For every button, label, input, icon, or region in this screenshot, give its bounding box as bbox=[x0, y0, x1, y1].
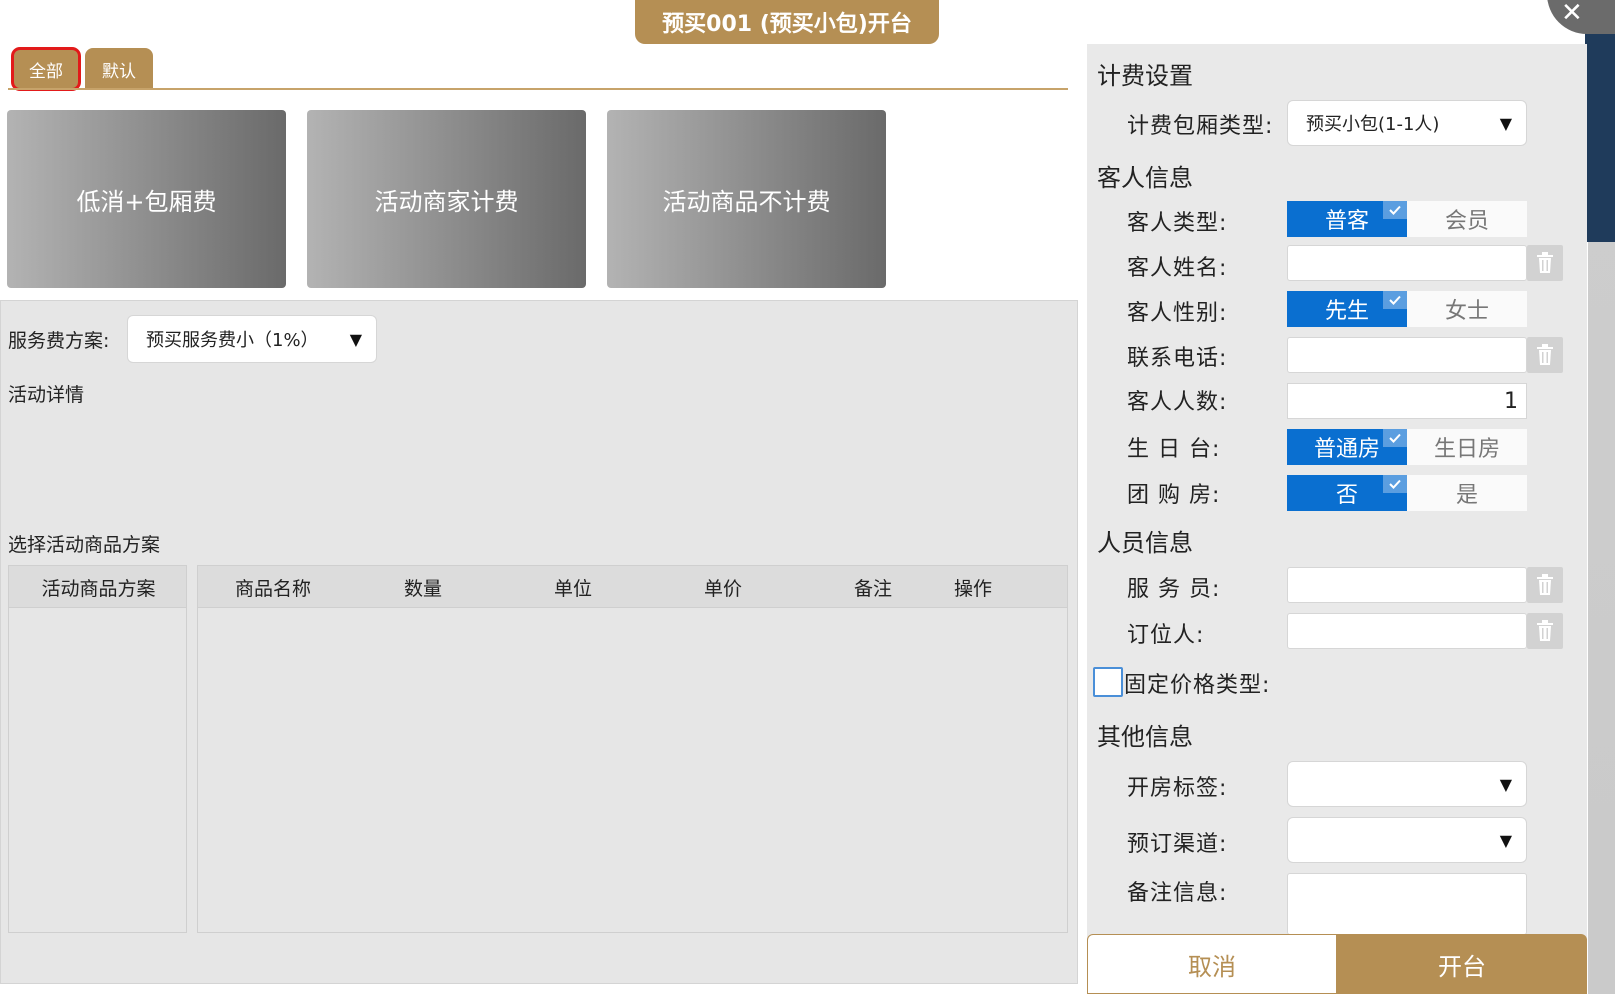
service-fee-label: 服务费方案: bbox=[8, 330, 110, 352]
check-icon bbox=[1383, 429, 1407, 447]
option-label: 先生 bbox=[1324, 299, 1369, 324]
option-label: 女士 bbox=[1444, 299, 1489, 324]
booking-channel-label: 预订渠道: bbox=[1127, 832, 1228, 857]
dialog-title: 预买001 (预买小包)开台 bbox=[635, 0, 939, 44]
trash-icon bbox=[1537, 620, 1553, 641]
fixed-price-label: 固定价格类型: bbox=[1124, 673, 1271, 698]
close-icon: ✕ bbox=[1561, 0, 1583, 28]
open-table-button[interactable]: 开台 bbox=[1337, 934, 1587, 994]
room-type-label: 计费包厢类型: bbox=[1127, 114, 1274, 139]
clear-guest-name-button[interactable] bbox=[1527, 245, 1563, 281]
guest-name-input[interactable] bbox=[1287, 245, 1527, 281]
birthday-normal-room[interactable]: 普通房 bbox=[1287, 429, 1407, 465]
fixed-price-checkbox[interactable] bbox=[1093, 667, 1123, 697]
column-header: 活动商品方案 bbox=[41, 577, 156, 600]
guest-gender-toggle: 先生 女士 bbox=[1287, 291, 1527, 327]
service-fee-value: 预买服务费小（1%） bbox=[146, 330, 319, 351]
plan-card-merchant-billing[interactable]: 活动商家计费 bbox=[307, 110, 586, 288]
guest-name-label: 客人姓名: bbox=[1127, 256, 1228, 281]
close-button[interactable]: ✕ bbox=[1547, 0, 1615, 34]
table-header: 商品名称 数量 单位 单价 备注 操作 bbox=[198, 566, 1067, 608]
check-icon bbox=[1383, 201, 1407, 219]
service-fee-select[interactable]: 预买服务费小（1%） ▼ bbox=[127, 315, 377, 363]
column-header: 备注 bbox=[853, 577, 892, 600]
column-header: 单位 bbox=[553, 577, 592, 600]
cancel-button[interactable]: 取消 bbox=[1087, 934, 1337, 994]
remark-textarea[interactable] bbox=[1287, 873, 1527, 935]
clear-waiter-button[interactable] bbox=[1527, 567, 1563, 603]
room-tag-select[interactable]: ▼ bbox=[1287, 761, 1527, 807]
guest-count-label: 客人人数: bbox=[1127, 390, 1228, 415]
check-icon bbox=[1383, 475, 1407, 493]
category-tab-label: 全部 bbox=[29, 61, 63, 82]
plan-card-goods-free[interactable]: 活动商品不计费 bbox=[607, 110, 886, 288]
group-buy-label: 团 购 房: bbox=[1127, 483, 1221, 508]
billing-section-title: 计费设置 bbox=[1097, 62, 1193, 90]
goods-plan-section-label: 选择活动商品方案 bbox=[8, 534, 161, 556]
option-label: 会员 bbox=[1444, 209, 1489, 234]
group-buy-toggle: 否 是 bbox=[1287, 475, 1527, 511]
guest-type-regular[interactable]: 普客 bbox=[1287, 201, 1407, 237]
option-label: 是 bbox=[1455, 483, 1478, 508]
guest-gender-label: 客人性别: bbox=[1127, 301, 1228, 326]
trash-icon bbox=[1537, 252, 1553, 273]
birthday-toggle: 普通房 生日房 bbox=[1287, 429, 1527, 465]
clear-booker-button[interactable] bbox=[1527, 613, 1563, 649]
goods-plan-list: 活动商品方案 bbox=[8, 565, 187, 933]
category-tab-all[interactable]: 全部 bbox=[11, 47, 81, 91]
plan-card-min-spend[interactable]: 低消+包厢费 bbox=[7, 110, 286, 288]
trash-icon bbox=[1537, 344, 1553, 365]
guest-type-toggle: 普客 会员 bbox=[1287, 201, 1527, 237]
activity-detail-label: 活动详情 bbox=[8, 384, 85, 406]
waiter-input[interactable] bbox=[1287, 567, 1527, 603]
booker-input[interactable] bbox=[1287, 613, 1527, 649]
staff-section-title: 人员信息 bbox=[1097, 529, 1193, 557]
chevron-down-icon: ▼ bbox=[349, 329, 362, 349]
guest-type-label: 客人类型: bbox=[1127, 211, 1228, 236]
birthday-label: 生 日 台: bbox=[1127, 437, 1221, 462]
gender-female[interactable]: 女士 bbox=[1407, 291, 1527, 327]
chevron-down-icon: ▼ bbox=[1499, 113, 1512, 133]
column-header: 商品名称 bbox=[234, 577, 311, 600]
waiter-label: 服 务 员: bbox=[1127, 577, 1221, 602]
group-buy-no[interactable]: 否 bbox=[1287, 475, 1407, 511]
remark-label: 备注信息: bbox=[1127, 881, 1228, 906]
guest-type-member[interactable]: 会员 bbox=[1407, 201, 1527, 237]
plan-card-label: 活动商家计费 bbox=[374, 187, 519, 216]
birthday-room[interactable]: 生日房 bbox=[1407, 429, 1527, 465]
phone-input[interactable] bbox=[1287, 337, 1527, 373]
option-label: 生日房 bbox=[1433, 437, 1500, 462]
check-icon bbox=[1383, 291, 1407, 309]
chevron-down-icon: ▼ bbox=[1499, 774, 1512, 794]
tab-divider bbox=[8, 88, 1068, 90]
room-tag-label: 开房标签: bbox=[1127, 776, 1228, 801]
option-label: 否 bbox=[1335, 483, 1358, 508]
table-header: 活动商品方案 bbox=[9, 566, 186, 608]
plan-card-label: 活动商品不计费 bbox=[662, 187, 831, 216]
plan-card-label: 低消+包厢费 bbox=[76, 187, 217, 216]
booking-channel-select[interactable]: ▼ bbox=[1287, 817, 1527, 863]
room-type-select[interactable]: 预买小包(1-1人) ▼ bbox=[1287, 100, 1527, 146]
group-buy-yes[interactable]: 是 bbox=[1407, 475, 1527, 511]
chevron-down-icon: ▼ bbox=[1499, 830, 1512, 850]
goods-table: 商品名称 数量 单位 单价 备注 操作 bbox=[197, 565, 1068, 933]
room-type-value: 预买小包(1-1人) bbox=[1306, 114, 1440, 135]
category-tab-label: 默认 bbox=[102, 61, 136, 82]
column-header: 操作 bbox=[953, 577, 992, 600]
column-header: 数量 bbox=[403, 577, 442, 600]
other-section-title: 其他信息 bbox=[1097, 723, 1193, 751]
category-tab-default[interactable]: 默认 bbox=[85, 48, 153, 90]
guest-section-title: 客人信息 bbox=[1097, 164, 1193, 192]
option-label: 普通房 bbox=[1313, 437, 1380, 462]
option-label: 普客 bbox=[1324, 209, 1369, 234]
gender-male[interactable]: 先生 bbox=[1287, 291, 1407, 327]
booker-label: 订位人: bbox=[1127, 623, 1205, 648]
clear-phone-button[interactable] bbox=[1527, 337, 1563, 373]
phone-label: 联系电话: bbox=[1127, 346, 1228, 371]
background-app-edge bbox=[1585, 32, 1615, 242]
column-header: 单价 bbox=[703, 577, 742, 600]
trash-icon bbox=[1537, 574, 1553, 595]
guest-count-input[interactable]: 1 bbox=[1287, 383, 1527, 419]
